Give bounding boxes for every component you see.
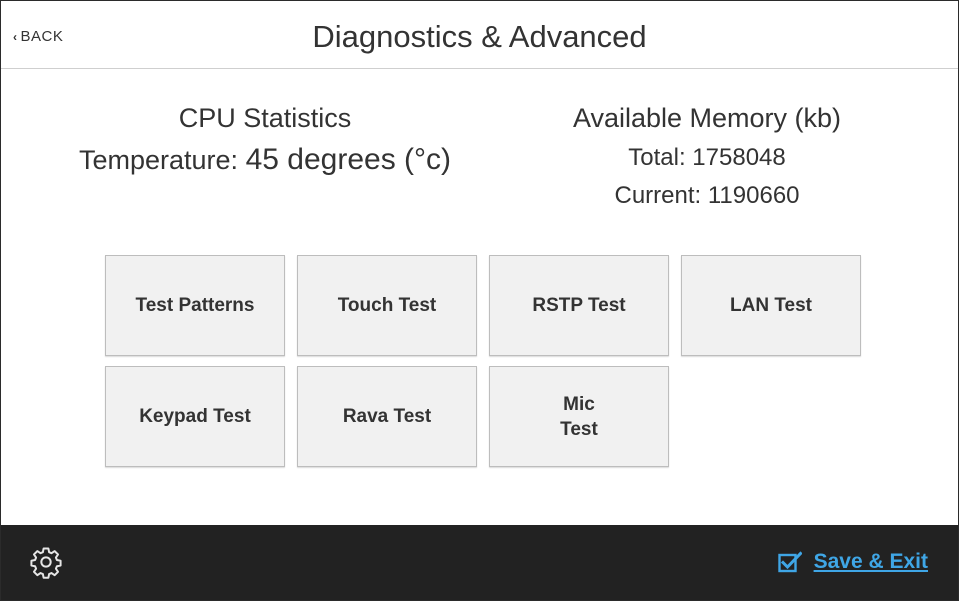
temperature-value: 45 degrees (°c) (245, 143, 452, 176)
temperature-label: Temperature: (78, 145, 239, 175)
page-title: Diagnostics & Advanced (312, 19, 647, 54)
footer-bar: Save & Exit (1, 525, 958, 600)
diagnostic-test-buttons: Test Patterns Touch Test RSTP Test LAN T… (105, 255, 861, 467)
memory-heading: Available Memory (kb) (572, 103, 842, 133)
memory-current-label: Current: (614, 182, 702, 209)
rava-test-button[interactable]: Rava Test (297, 366, 477, 467)
lan-test-button[interactable]: LAN Test (681, 255, 861, 356)
gear-icon[interactable] (29, 545, 63, 579)
keypad-test-button[interactable]: Keypad Test (105, 366, 285, 467)
cpu-statistics-heading: CPU Statistics (178, 103, 352, 133)
rstp-test-button[interactable]: RSTP Test (489, 255, 669, 356)
save-exit-label: Save & Exit (813, 550, 928, 573)
cpu-statistics-panel: CPU Statistics Temperature: 45 degrees (… (49, 97, 481, 181)
memory-current-row: Current: 1190660 (549, 177, 865, 215)
checkbox-icon (777, 551, 802, 573)
save-exit-button[interactable]: Save & Exit (777, 550, 928, 574)
temperature-row: Temperature: 45 degrees (°c) (49, 139, 481, 181)
test-patterns-button[interactable]: Test Patterns (105, 255, 285, 356)
memory-total-value: 1758048 (692, 144, 786, 171)
mic-test-button[interactable]: Mic Test (489, 366, 669, 467)
touch-test-button[interactable]: Touch Test (297, 255, 477, 356)
memory-total-label: Total: (628, 144, 686, 171)
header-bar: ‹ BACK Diagnostics & Advanced (1, 1, 958, 69)
memory-panel: Available Memory (kb) Total: 1758048 Cur… (549, 97, 865, 215)
memory-current-value: 1190660 (707, 182, 800, 209)
memory-total-row: Total: 1758048 (549, 139, 865, 177)
